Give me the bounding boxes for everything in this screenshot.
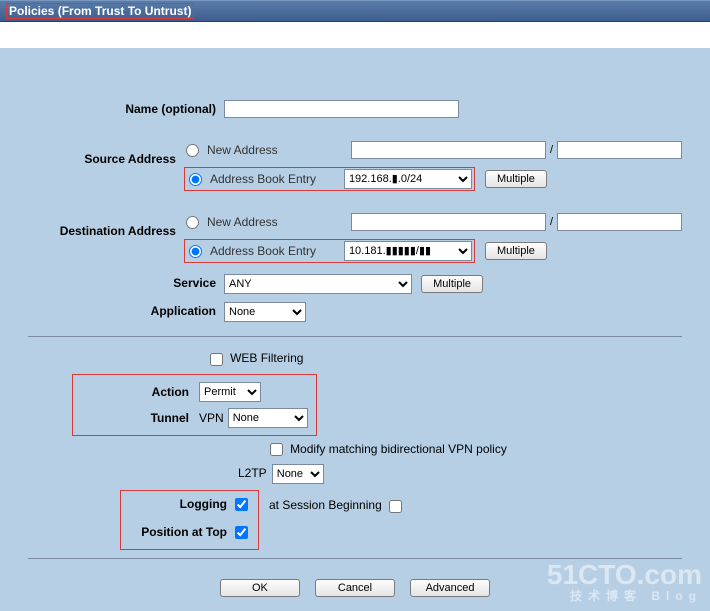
dst-book-label: Address Book Entry [210,244,340,258]
label-service: Service [28,272,224,290]
application-select[interactable]: None [224,302,306,322]
src-book-radio[interactable] [189,173,202,186]
ok-button[interactable]: OK [220,579,300,597]
label-action: Action [73,385,199,399]
label-name: Name (optional) [28,98,224,116]
logging-checkbox[interactable] [235,498,248,511]
dst-new-input2[interactable] [557,213,682,231]
src-book-select[interactable]: 192.168.▮.0/24 [344,169,472,189]
advanced-button[interactable]: Advanced [410,579,490,597]
webfilter-label: WEB Filtering [230,351,303,365]
dst-new-radio[interactable] [186,216,199,229]
service-select[interactable]: ANY [224,274,412,294]
l2tp-label: L2TP [238,466,267,480]
logging-highlight: Logging Position at Top [120,490,259,550]
slash: / [550,216,553,228]
label-destination: Destination Address [28,208,184,238]
dst-book-radio[interactable] [189,245,202,258]
dst-book-highlight: Address Book Entry 10.181.▮▮▮▮▮/▮▮ [184,239,475,263]
dst-multiple-button[interactable]: Multiple [485,242,547,260]
at-session-label: at Session Beginning [269,498,382,512]
action-tunnel-highlight: Action Permit Tunnel VPN None [72,374,317,436]
l2tp-select[interactable]: None [272,464,324,484]
name-input[interactable] [224,100,459,118]
slash: / [550,144,553,156]
src-book-label: Address Book Entry [210,172,340,186]
src-new-label: New Address [207,143,347,157]
dst-new-label: New Address [207,215,347,229]
webfilter-checkbox[interactable] [210,353,223,366]
label-logging: Logging [123,497,233,511]
page-title: Policies (From Trust To Untrust) [6,3,194,19]
position-top-checkbox[interactable] [235,526,248,539]
vpn-select[interactable]: None [228,408,308,428]
cancel-button[interactable]: Cancel [315,579,395,597]
at-session-checkbox[interactable] [389,500,402,513]
action-select[interactable]: Permit [199,382,261,402]
src-new-input2[interactable] [557,141,682,159]
dst-book-select[interactable]: 10.181.▮▮▮▮▮/▮▮ [344,241,472,261]
service-multiple-button[interactable]: Multiple [421,275,483,293]
src-new-input1[interactable] [351,141,546,159]
modify-vpn-label: Modify matching bidirectional VPN policy [290,442,507,456]
dst-new-input1[interactable] [351,213,546,231]
label-tunnel: Tunnel [73,411,199,425]
label-position-top: Position at Top [123,525,233,539]
label-source: Source Address [28,136,184,166]
src-multiple-button[interactable]: Multiple [485,170,547,188]
modify-vpn-checkbox[interactable] [270,443,283,456]
src-new-radio[interactable] [186,144,199,157]
src-book-highlight: Address Book Entry 192.168.▮.0/24 [184,167,475,191]
label-application: Application [28,300,224,318]
page-header: Policies (From Trust To Untrust) [0,0,710,22]
vpn-text: VPN [199,411,224,425]
